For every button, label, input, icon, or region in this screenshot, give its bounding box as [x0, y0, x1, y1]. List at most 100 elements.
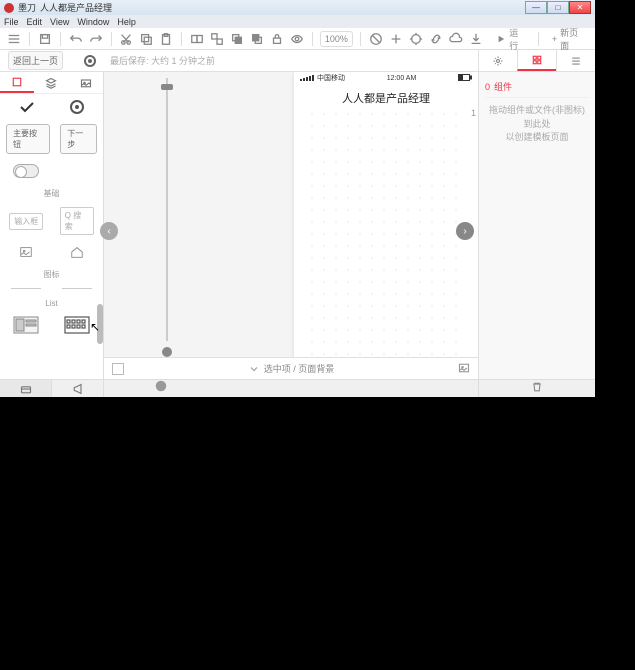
section-base-label: 基础 — [6, 188, 97, 199]
footer-checkbox[interactable] — [112, 363, 124, 375]
widget-next-button[interactable]: 下一步 — [60, 124, 97, 154]
svg-text:?: ? — [159, 384, 163, 391]
bottom-bar: ? — [0, 379, 595, 397]
menu-view[interactable]: View — [50, 17, 69, 27]
battery-icon — [458, 74, 472, 83]
link-icon[interactable] — [428, 30, 444, 48]
app-name: 墨刀 — [18, 1, 36, 14]
bottom-trash-icon[interactable] — [531, 380, 543, 398]
widget-input[interactable]: 输入框 — [9, 213, 43, 230]
run-label: 运行 — [509, 26, 525, 52]
canvas-footer: 选中项 / 页面背景 — [104, 357, 478, 379]
separator — [111, 32, 112, 46]
record-button[interactable] — [84, 55, 96, 67]
bottom-help-icon[interactable]: ? — [154, 379, 168, 398]
lock-icon[interactable] — [269, 30, 285, 48]
ungroup-icon[interactable] — [209, 30, 225, 48]
footer-dropdown-label: 选中项 / 页面背景 — [264, 362, 335, 375]
section-list-label: List — [6, 299, 97, 308]
widget-image-icon[interactable] — [19, 245, 33, 259]
copy-icon[interactable] — [138, 30, 154, 48]
send-back-icon[interactable] — [249, 30, 265, 48]
undo-icon[interactable] — [68, 30, 84, 48]
widget-radio[interactable] — [70, 100, 84, 114]
download-icon[interactable] — [468, 30, 484, 48]
placeholder-line-1: 拖动组件或文件(非图标)到此处 — [485, 104, 589, 131]
new-page-label: 新页面 — [560, 26, 583, 52]
new-page-button[interactable]: + 新页面 — [546, 26, 589, 52]
widget-toggle[interactable] — [13, 164, 39, 178]
menu-file[interactable]: File — [4, 17, 19, 27]
widget-keyboard[interactable] — [64, 316, 90, 334]
slider-thumb[interactable] — [161, 84, 173, 90]
separator — [60, 32, 61, 46]
main-toolbar: 100% 运行 + 新页面 — [0, 28, 595, 50]
app-icon — [4, 3, 14, 13]
bottom-tab-cards[interactable] — [0, 380, 52, 397]
bottom-tab-announce[interactable] — [52, 380, 104, 397]
save-icon[interactable] — [37, 30, 53, 48]
widget-primary-button[interactable]: 主要按钮 — [6, 124, 50, 154]
left-tab-assets[interactable] — [69, 72, 103, 93]
menu-help[interactable]: Help — [117, 17, 136, 27]
section-icons-label: 图标 — [6, 269, 97, 280]
footer-image-icon[interactable] — [458, 362, 470, 376]
back-button[interactable]: 返回上一页 — [8, 51, 63, 70]
right-panel: 0 组件 1 拖动组件或文件(非图标)到此处 以创建模板页面 — [478, 72, 595, 379]
separator — [360, 32, 361, 46]
left-tab-widgets[interactable] — [0, 72, 34, 93]
add-icon[interactable] — [388, 30, 404, 48]
window-close-button[interactable]: ✕ — [569, 1, 591, 14]
menu-edit[interactable]: Edit — [27, 17, 43, 27]
cloud-icon[interactable] — [448, 30, 464, 48]
plus-icon: + — [552, 34, 557, 44]
right-tab-settings[interactable] — [478, 50, 517, 71]
widget-search-input[interactable]: Q 搜索 — [60, 207, 94, 235]
signal-icon — [300, 75, 314, 81]
window-minimize-button[interactable]: — — [525, 1, 547, 14]
separator — [181, 32, 182, 46]
zoom-level[interactable]: 100% — [320, 31, 353, 47]
group-icon[interactable] — [189, 30, 205, 48]
hide-icon[interactable] — [289, 30, 305, 48]
next-page-arrow[interactable]: › — [456, 222, 474, 240]
secondary-bar: 返回上一页 最后保存: 大约 1 分钟之前 — [0, 50, 595, 72]
device-time: 12:00 AM — [387, 75, 417, 82]
window-maximize-button[interactable]: □ — [547, 1, 569, 14]
right-tab-list[interactable] — [556, 50, 595, 71]
menu-window[interactable]: Window — [77, 17, 109, 27]
carrier-label: 中国移动 — [317, 73, 345, 83]
widget-hr-alt[interactable] — [62, 288, 92, 289]
footer-dropdown[interactable]: 选中项 / 页面背景 — [248, 362, 335, 375]
widget-home-icon[interactable] — [70, 245, 84, 259]
vertical-slider[interactable] — [160, 72, 174, 357]
window-titlebar: 墨刀 人人都是产品经理 — □ ✕ — [0, 0, 595, 15]
page-count: 1 — [471, 108, 476, 118]
widgets-label: 组件 — [494, 80, 512, 93]
no-entry-icon[interactable] — [368, 30, 384, 48]
separator — [538, 32, 539, 46]
device-status-bar: 中国移动 12:00 AM — [294, 72, 478, 84]
canvas-area: 中国移动 12:00 AM 人人都是产品经理 选中项 / 页面 — [104, 72, 478, 379]
left-tab-layers[interactable] — [34, 72, 68, 93]
cut-icon[interactable] — [118, 30, 134, 48]
target-icon[interactable] — [408, 30, 424, 48]
device-preview[interactable]: 中国移动 12:00 AM 人人都是产品经理 — [294, 72, 478, 357]
prev-page-arrow[interactable]: ‹ — [100, 222, 118, 240]
widget-hr[interactable] — [11, 288, 41, 289]
right-tab-components[interactable] — [517, 50, 556, 71]
menu-icon[interactable] — [6, 30, 22, 48]
redo-icon[interactable] — [88, 30, 104, 48]
widget-card[interactable] — [13, 316, 39, 334]
placeholder-line-2: 以创建模板页面 — [485, 131, 589, 145]
bring-front-icon[interactable] — [229, 30, 245, 48]
paste-icon[interactable] — [158, 30, 174, 48]
badge-count: 0 — [485, 82, 490, 92]
widget-checkbox[interactable] — [19, 101, 35, 113]
separator — [312, 32, 313, 46]
last-save-text: 最后保存: 大约 1 分钟之前 — [110, 54, 215, 67]
slider-end-icon[interactable] — [162, 347, 172, 357]
run-button[interactable]: 运行 — [491, 26, 530, 52]
left-scrollbar-thumb[interactable] — [97, 304, 103, 344]
device-canvas-grid[interactable] — [306, 108, 466, 357]
